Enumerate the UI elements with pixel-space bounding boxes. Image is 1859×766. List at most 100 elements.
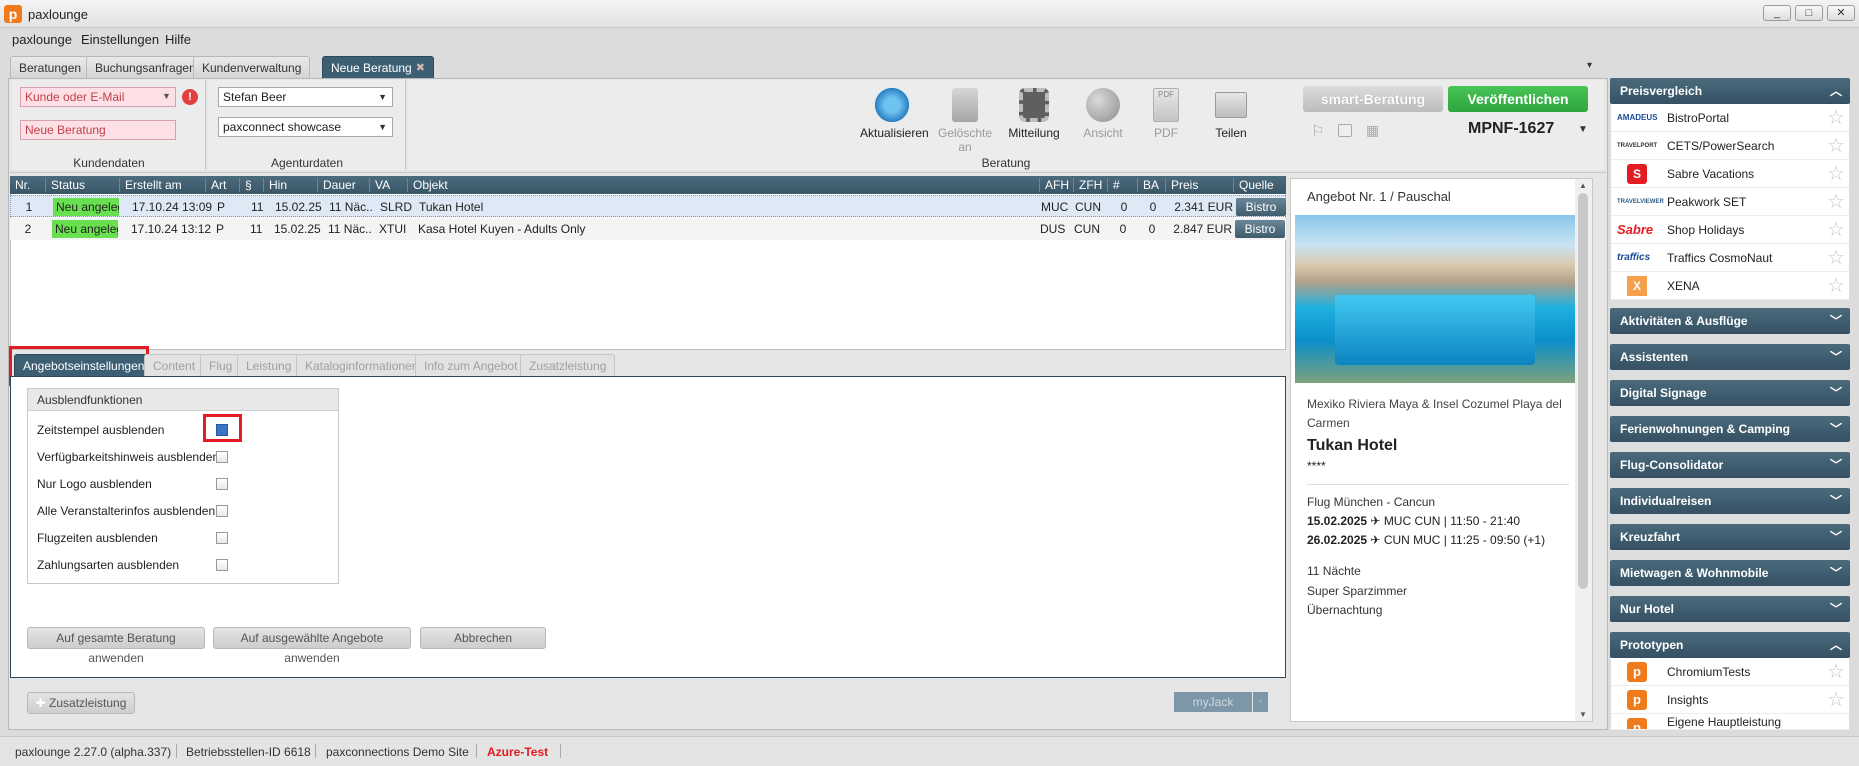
tab-content[interactable]: Content [144,354,205,376]
sidebar-item-xena[interactable]: X XENA ☆ [1611,272,1849,300]
flag-icon[interactable]: ⚐ [1311,122,1324,140]
star-icon[interactable]: ☆ [1827,275,1845,297]
scrollbar[interactable]: ▲ ▼ [1575,179,1592,721]
sidebar-section-digital-signage[interactable]: Digital Signage ﹀ [1610,380,1850,406]
sidebar-section-assistenten[interactable]: Assistenten ﹀ [1610,344,1850,370]
star-icon[interactable]: ☆ [1827,135,1845,157]
tab-leistung[interactable]: Leistung [237,354,301,376]
apply-selected-button[interactable]: Auf ausgewählte Angebote anwenden [213,627,411,665]
sidebar-item-sabre-vacations[interactable]: S Sabre Vacations ☆ [1611,160,1849,188]
sidebar-section-flug-consolidator[interactable]: Flug-Consolidator ﹀ [1610,452,1850,478]
scroll-up-icon[interactable]: ▲ [1579,181,1587,190]
myjack-button[interactable]: myJack [1174,692,1252,712]
sidebar-section-preisvergleich[interactable]: Preisvergleich ︿ [1610,78,1850,104]
sidebar-item-cets[interactable]: TRAVELPORT CETS/PowerSearch ☆ [1611,132,1849,160]
tab-info-zum-angebot[interactable]: Info zum Angebot [415,354,527,376]
table-row[interactable]: 2 Neu angelegt 17.10.24 13:12 P 11 15.02… [10,218,1286,240]
star-icon[interactable]: ☆ [1827,689,1845,711]
tab-kataloginformationen[interactable]: Kataloginformationen [296,354,428,376]
col-dauer[interactable]: Dauer [318,178,370,192]
scroll-down-icon[interactable]: ▼ [1579,710,1587,719]
sidebar-item-eigene-hauptleistung[interactable]: p Eigene Hauptleistung [1611,714,1849,730]
minimize-button[interactable]: _ [1763,5,1791,21]
menu-paxlounge[interactable]: paxlounge [12,32,72,47]
star-icon[interactable]: ☆ [1827,163,1845,185]
tab-flug[interactable]: Flug [200,354,242,376]
sidebar-section-ferienwohnungen[interactable]: Ferienwohnungen & Camping ﹀ [1610,416,1850,442]
sidebar-section-prototypen[interactable]: Prototypen ︿ [1610,632,1850,658]
col-preis[interactable]: Preis [1166,178,1234,192]
tab-overflow-icon[interactable]: ▾ [1587,60,1592,71]
cancel-button[interactable]: Abbrechen [420,627,546,649]
col-count[interactable]: # [1108,178,1138,192]
apply-all-button[interactable]: Auf gesamte Beratung anwenden [27,627,205,665]
scrollbar-thumb[interactable] [1578,193,1588,589]
maximize-button[interactable]: □ [1795,5,1823,21]
col-art[interactable]: Art [206,178,240,192]
customer-search-input[interactable]: Kunde oder E-Mail [20,87,176,107]
show-deleted-button[interactable]: Gelöschte an [930,88,1000,154]
star-icon[interactable]: ☆ [1827,107,1845,129]
view-button[interactable]: Ansicht [1078,88,1128,140]
sidebar-item-traffics[interactable]: traffics Traffics CosmoNaut ☆ [1611,244,1849,272]
pdf-button[interactable]: PDF PDF [1144,88,1188,140]
paxlounge-logo-icon: p [1627,662,1647,682]
sidebar-section-nur-hotel[interactable]: Nur Hotel ﹀ [1610,596,1850,622]
consultation-name-input[interactable]: Neue Beratung [20,120,176,140]
agency-select[interactable]: paxconnect showcase ▼ [218,117,393,137]
col-quelle[interactable]: Quelle [1234,178,1286,192]
tab-neue-beratung[interactable]: Neue Beratung ✖ [322,56,434,78]
calendar-icon[interactable]: ▦ [1366,122,1379,139]
hide-payment-checkbox[interactable] [216,559,228,571]
tab-buchungsanfragen[interactable]: Buchungsanfragen [86,56,205,78]
sidebar-item-bistroportal[interactable]: AMADEUS BistroPortal ☆ [1611,104,1849,132]
tab-kundenverwaltung[interactable]: Kundenverwaltung [193,56,311,78]
table-row[interactable]: 1 Neu angelegt 17.10.24 13:09 P 11 15.02… [10,195,1286,217]
add-extra-service-button[interactable]: ✚ Zusatzleistung [27,692,135,714]
source-button[interactable]: Bistro [1235,220,1285,238]
sidebar-section-individualreisen[interactable]: Individualreisen ﹀ [1610,488,1850,514]
sidebar-item-peakwork[interactable]: TRAVELVIEWER Peakwork SET ☆ [1611,188,1849,216]
col-para[interactable]: § [240,178,264,192]
hide-logo-checkbox[interactable] [216,478,228,490]
chevron-down-icon[interactable]: ▼ [1578,124,1588,135]
hide-availability-checkbox[interactable] [216,451,228,463]
col-zfh[interactable]: ZFH [1074,178,1108,192]
refresh-button[interactable]: Aktualisieren [860,88,929,140]
share-button[interactable]: Teilen [1208,88,1254,140]
col-va[interactable]: VA [370,178,408,192]
window-icon[interactable] [1338,124,1352,137]
col-hin[interactable]: Hin [264,178,318,192]
sidebar-item-chromiumtests[interactable]: p ChromiumTests ☆ [1611,658,1849,686]
agent-select[interactable]: Stefan Beer ▼ [218,87,393,107]
hide-flight-times-checkbox[interactable] [216,532,228,544]
hide-organizer-info-checkbox[interactable] [216,505,228,517]
star-icon[interactable]: ☆ [1827,219,1845,241]
sidebar-section-kreuzfahrt[interactable]: Kreuzfahrt ﹀ [1610,524,1850,550]
star-icon[interactable]: ☆ [1827,661,1845,683]
close-window-button[interactable]: ✕ [1827,5,1855,21]
sidebar-section-mietwagen[interactable]: Mietwagen & Wohnmobile ﹀ [1610,560,1850,586]
col-created[interactable]: Erstellt am [120,178,206,192]
col-objekt[interactable]: Objekt [408,178,1040,192]
col-afh[interactable]: AFH [1040,178,1074,192]
message-button[interactable]: Mitteilung [1006,88,1062,140]
tab-angebotseinstellungen[interactable]: Angebotseinstellungen [14,354,154,376]
star-icon[interactable]: ☆ [1827,247,1845,269]
tab-beratungen[interactable]: Beratungen [10,56,91,78]
star-icon[interactable]: ☆ [1827,191,1845,213]
col-status[interactable]: Status [46,178,120,192]
sidebar-section-aktivitaeten[interactable]: Aktivitäten & Ausflüge ﹀ [1610,308,1850,334]
sidebar-item-insights[interactable]: p Insights ☆ [1611,686,1849,714]
col-nr[interactable]: Nr. [10,178,46,192]
tab-close-icon[interactable]: ✖ [416,57,425,79]
smart-consultation-button[interactable]: smart-Beratung [1303,86,1443,112]
tab-zusatzleistung[interactable]: Zusatzleistung [520,354,616,376]
myjack-menu-icon[interactable]: - [1253,692,1268,712]
publish-button[interactable]: Veröffentlichen [1448,86,1588,112]
menu-hilfe[interactable]: Hilfe [165,32,191,47]
col-ba[interactable]: BA [1138,178,1166,192]
menu-einstellungen[interactable]: Einstellungen [81,32,159,47]
sidebar-item-shop-holidays[interactable]: Sabre Shop Holidays ☆ [1611,216,1849,244]
source-button[interactable]: Bistro [1236,198,1286,216]
